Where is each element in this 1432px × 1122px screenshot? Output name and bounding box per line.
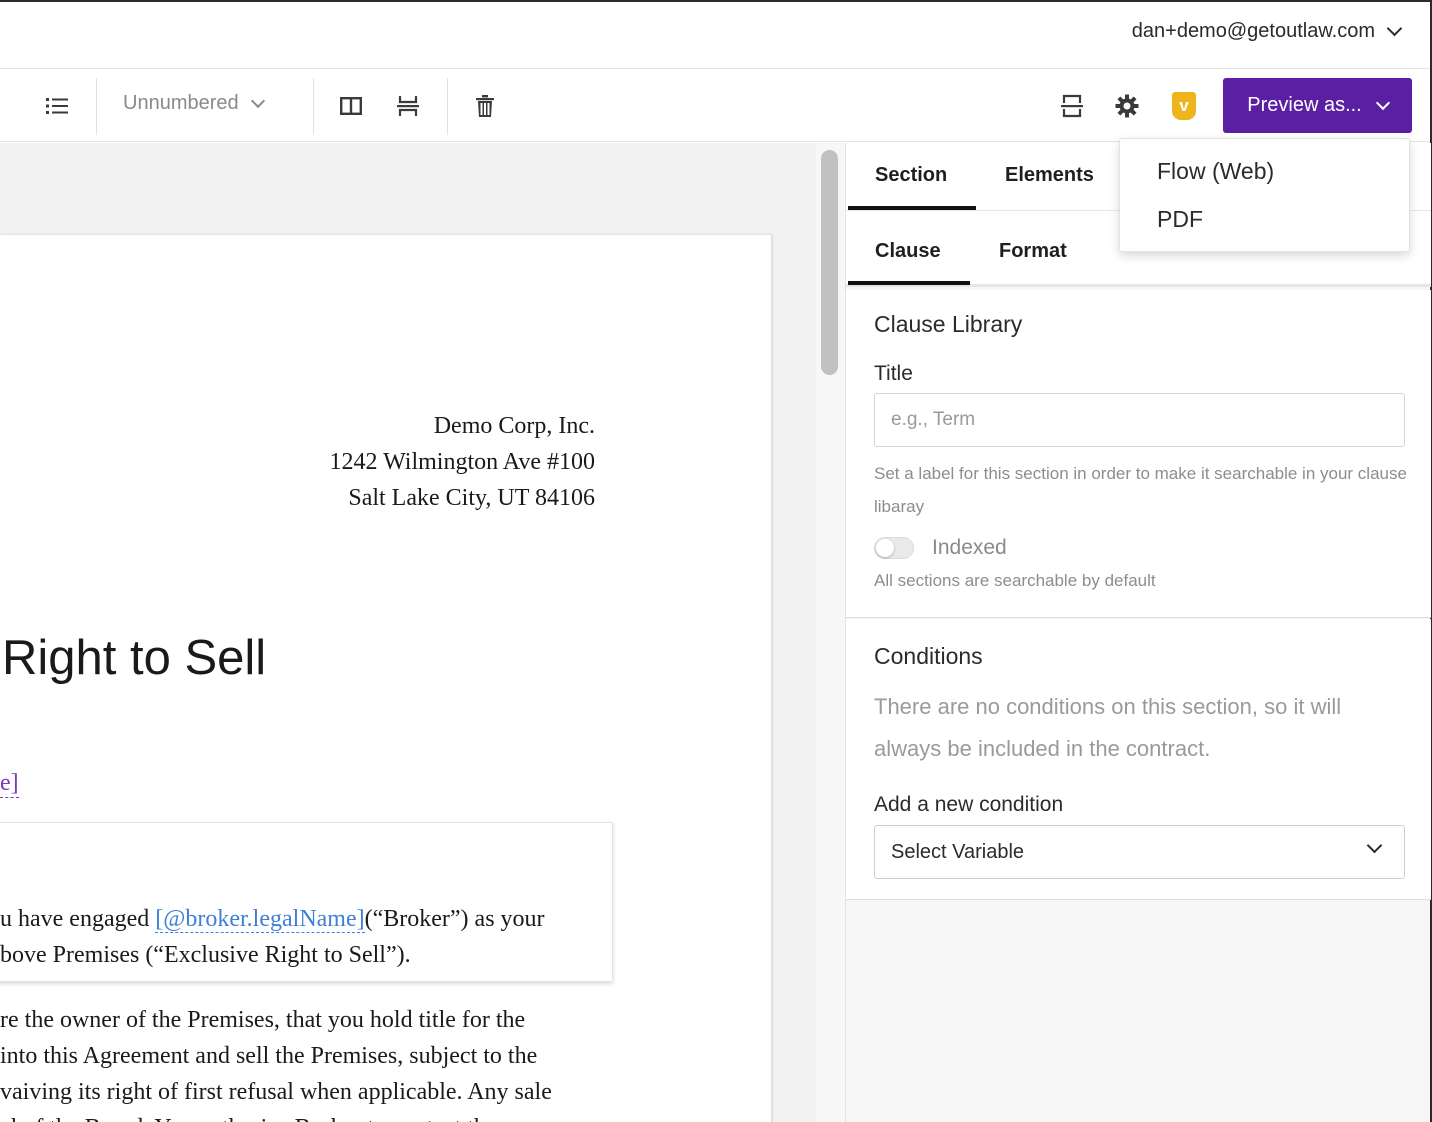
tab-format[interactable]: Format (999, 240, 1067, 263)
toolbar-divider (96, 78, 97, 135)
user-email: dan+demo@getoutlaw.com (1131, 20, 1375, 42)
editor-toolbar: Unnumbered v Preview as... (0, 70, 1430, 142)
preview-as-menu: Flow (Web) PDF (1119, 138, 1410, 252)
toolbar-divider (447, 78, 448, 135)
selected-clause-text: u have engaged [@broker.legalName](“Brok… (0, 901, 600, 973)
user-menu[interactable]: dan+demo@getoutlaw.com (1131, 20, 1403, 43)
toolbar-divider (313, 78, 314, 135)
select-variable-dropdown[interactable]: Select Variable (874, 825, 1405, 879)
conditions-empty-text: There are no conditions on this section,… (874, 694, 1342, 761)
body-line: al of the Board. You authorize Broker to… (0, 1110, 600, 1122)
preview-as-button[interactable]: Preview as... (1223, 78, 1412, 133)
chevron-down-icon (1386, 20, 1403, 37)
clause-text-line: bove Premises (“Exclusive Right to Sell”… (0, 942, 411, 968)
clause-library-section (846, 290, 1431, 618)
body-line: vaiving its right of first refusal when … (0, 1079, 552, 1105)
address-line: 1242 Wilmington Ave #100 (329, 449, 595, 475)
conditions-heading: Conditions (874, 643, 983, 669)
preview-label: Preview as... (1247, 94, 1362, 116)
address-line: Demo Corp, Inc. (433, 413, 595, 439)
split-section-icon[interactable] (1056, 90, 1088, 122)
indexed-label: Indexed (932, 536, 1007, 559)
active-subtab-indicator (848, 281, 970, 285)
chevron-down-icon (1375, 95, 1390, 110)
page-break-icon[interactable] (392, 90, 424, 122)
trash-icon[interactable] (469, 90, 501, 122)
toggle-knob (876, 539, 894, 557)
indexed-hint: All sections are searchable by default (874, 571, 1156, 590)
tab-elements[interactable]: Elements (1005, 164, 1094, 187)
clause-text-segment: u have engaged (0, 906, 156, 932)
body-line: into this Agreement and sell the Premise… (0, 1043, 538, 1069)
select-variable-value: Select Variable (891, 841, 1025, 863)
document-canvas[interactable]: Demo Corp, Inc. 1242 Wilmington Ave #100… (0, 143, 816, 1122)
section-settings-panel: Section Elements Clause Format Clause Li… (845, 143, 1431, 1122)
document-title: Right to Sell (2, 631, 267, 685)
title-label: Title (874, 362, 913, 385)
columns-icon[interactable] (335, 90, 367, 122)
document-body: re the owner of the Premises, that you h… (0, 1002, 600, 1122)
clause-text-segment: (“Broker”) as your (364, 906, 545, 932)
top-bar: dan+demo@getoutlaw.com (0, 2, 1430, 69)
address-line: Salt Lake City, UT 84106 (348, 485, 595, 511)
document-scrollbar[interactable] (821, 150, 838, 375)
v-badge-icon[interactable]: v (1172, 92, 1196, 120)
tab-section[interactable]: Section (875, 164, 947, 187)
numbering-dropdown[interactable]: Unnumbered (123, 92, 265, 115)
numbering-label: Unnumbered (123, 92, 239, 114)
list-icon[interactable] (41, 90, 73, 122)
menu-item-flow-web[interactable]: Flow (Web) (1157, 158, 1274, 185)
broker-variable-link[interactable]: [@broker.legalName] (155, 906, 365, 933)
chevron-down-icon (1366, 837, 1383, 854)
title-input[interactable] (874, 393, 1405, 447)
title-hint: Set a label for this section in order to… (874, 464, 1407, 516)
menu-item-pdf[interactable]: PDF (1157, 206, 1203, 233)
indexed-toggle[interactable] (874, 537, 914, 559)
tab-clause[interactable]: Clause (875, 240, 941, 263)
active-tab-indicator (848, 206, 976, 210)
sender-address: Demo Corp, Inc. 1242 Wilmington Ave #100… (330, 408, 595, 516)
body-line: re the owner of the Premises, that you h… (0, 1007, 526, 1033)
add-condition-label: Add a new condition (874, 793, 1064, 816)
clause-library-heading: Clause Library (874, 311, 1023, 337)
gear-icon[interactable] (1111, 90, 1143, 122)
variable-fragment[interactable]: e] (0, 769, 19, 798)
chevron-down-icon (250, 93, 265, 108)
